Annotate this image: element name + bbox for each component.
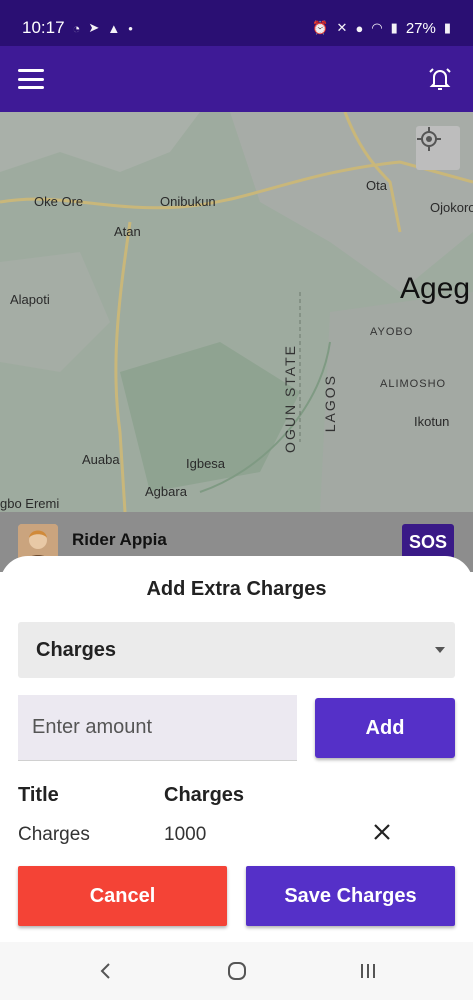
map-label: Ageg — [400, 272, 471, 305]
cancel-button[interactable]: Cancel — [18, 866, 227, 926]
amount-input[interactable] — [18, 695, 297, 761]
hamburger-menu-icon[interactable] — [18, 69, 44, 89]
map-view[interactable]: Oke Ore Onibukun Ota Ojokoro Atan Alapot… — [0, 112, 473, 512]
map-label: Onibukun — [160, 194, 216, 209]
map-label: Ikotun — [414, 414, 450, 429]
telegram-icon: ➤ — [88, 20, 100, 35]
signal-icon: ▮ — [390, 20, 398, 35]
map-label: LAGOS — [322, 374, 338, 433]
map-label: Alapoti — [10, 292, 50, 307]
my-location-icon — [417, 127, 441, 151]
table-cell-amount: 1000 — [164, 824, 207, 845]
alarm-icon: ⏰ — [312, 20, 329, 35]
charges-dropdown[interactable]: Charges — [18, 622, 455, 678]
map-label: Auaba — [82, 452, 120, 467]
status-left: 10:17 ◔ ➤ ▲ • — [22, 18, 133, 38]
chevron-down-icon — [435, 647, 445, 653]
close-icon[interactable] — [370, 820, 394, 844]
add-extra-charges-sheet: Add Extra Charges Charges Add Title Char… — [0, 556, 473, 942]
map-label: Igbesa — [186, 456, 226, 471]
location-icon: ● — [355, 20, 364, 36]
my-location-button[interactable] — [416, 126, 460, 170]
system-nav-bar — [0, 942, 473, 1000]
map-label: Ojokoro — [430, 200, 473, 215]
save-charges-button[interactable]: Save Charges — [246, 866, 455, 926]
status-right: ⏰ ✕ ● ◠ ▮ 27% ▮ — [312, 20, 451, 37]
table-cell-title: Charges — [18, 824, 90, 845]
map-label: ALIMOSHO — [380, 378, 447, 390]
table-header-title: Title — [18, 784, 59, 806]
map-background — [0, 112, 473, 512]
battery-percent: 27% — [405, 19, 436, 37]
battery-icon: ▮ — [443, 20, 451, 35]
alarm-bell-icon[interactable] — [425, 64, 455, 94]
map-label: Agbara — [145, 484, 187, 499]
map-label: Atan — [114, 224, 141, 239]
table-header-charges: Charges — [164, 784, 245, 806]
dropdown-value: Charges — [36, 638, 117, 661]
back-button[interactable] — [86, 951, 126, 991]
mute-icon: ✕ — [336, 20, 348, 35]
recents-button[interactable] — [348, 951, 388, 991]
back-icon — [100, 963, 110, 979]
wifi-icon: ◠ — [371, 20, 383, 35]
map-label: Ota — [366, 178, 387, 193]
dot-icon: • — [128, 20, 133, 36]
home-icon — [227, 962, 246, 980]
whatsapp-icon: ◔ — [72, 20, 81, 36]
bell-icon: ▲ — [107, 20, 121, 36]
map-label: gbo Eremi — [0, 496, 60, 511]
status-time: 10:17 — [22, 18, 65, 37]
sheet-title: Add Extra Charges — [146, 578, 327, 600]
add-button[interactable]: Add — [315, 698, 455, 758]
rider-name: Rider Appia — [72, 530, 167, 549]
map-label: OGUN STATE — [282, 344, 298, 453]
sos-button[interactable]: SOS — [402, 524, 454, 560]
app-bar — [0, 46, 473, 112]
recents-icon — [360, 964, 375, 978]
home-button[interactable] — [217, 951, 257, 991]
map-label: Oke Ore — [34, 194, 84, 209]
map-label: AYOBO — [370, 326, 414, 338]
